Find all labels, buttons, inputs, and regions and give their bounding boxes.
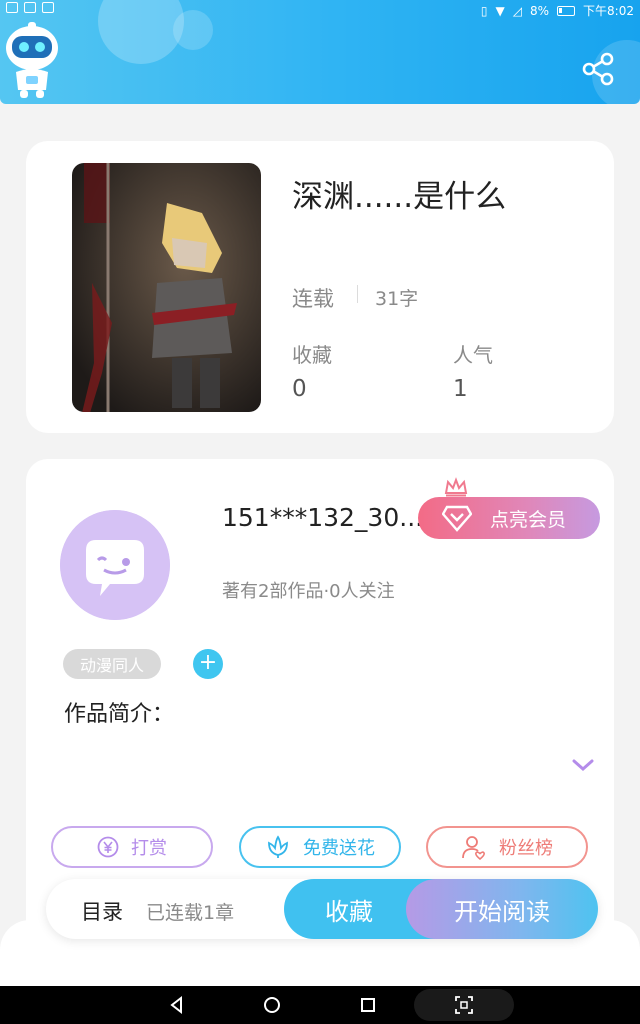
author-stats: 著有2部作品·0人关注 [222,581,395,602]
serial-status: 连载 [292,287,334,311]
reward-label: 打赏 [131,838,167,859]
start-reading-button[interactable]: 开始阅读 [406,879,598,939]
add-favorite-label: 收藏 [325,897,373,926]
top-header: ▯ ▼ ◿ 8% 下午8:02 [0,0,640,104]
yen-coin-icon [97,836,119,858]
divider [357,285,358,303]
clock: 下午8:02 [583,4,634,18]
fan-ranking-button[interactable]: 粉丝榜 [426,826,588,868]
recents-icon[interactable] [358,995,378,1015]
system-navigation-bar [0,986,640,1024]
popularity-label: 人气 [453,343,493,367]
author-name[interactable]: 151***132_30... [222,503,423,532]
word-count: 31字 [375,288,419,310]
table-of-contents-button[interactable]: 目录 [81,896,123,926]
book-info-card: 深渊......是什么 连载 31字 收藏 人气 0 1 [26,141,614,433]
favorites-label: 收藏 [292,343,332,367]
chapter-count: 已连载1章 [146,902,235,924]
screenshot-pill[interactable] [414,989,514,1021]
share-icon[interactable] [580,50,618,88]
add-tag-button[interactable]: + [193,649,223,679]
genre-tag[interactable]: 动漫同人 [63,649,161,679]
status-bar: ▯ ▼ ◿ 8% 下午8:02 [0,0,640,20]
popularity-count: 1 [453,376,468,402]
home-icon[interactable] [262,995,282,1015]
avatar[interactable] [60,510,170,620]
favorites-count: 0 [292,376,307,402]
start-reading-label: 开始阅读 [454,897,550,926]
wifi-icon: ▼ [495,3,505,18]
chart-icon [42,2,54,13]
notification-icon [6,2,18,13]
synopsis-label: 作品简介： [64,702,175,727]
chevron-down-icon[interactable] [571,756,595,774]
scan-icon [455,996,473,1014]
battery-percent: 8% [530,3,550,18]
bottom-action-bar: 目录 已连载1章 收藏 开始阅读 [46,879,598,939]
no-signal-icon: ◿ [512,3,522,18]
book-cover-image[interactable] [72,163,261,412]
send-flower-button[interactable]: 免费送花 [239,826,401,868]
vip-membership-button[interactable]: 点亮会员 [418,497,600,539]
fans-user-icon [462,836,485,860]
flower-icon [268,835,288,858]
diamond-icon [442,505,472,532]
reward-button[interactable]: 打赏 [51,826,213,868]
fan-ranking-label: 粉丝榜 [499,838,553,859]
battery-icon [557,5,576,16]
book-title: 深渊......是什么 [292,179,507,215]
vibrate-icon: ▯ [480,3,488,18]
back-icon[interactable] [167,995,187,1015]
robot-mascot-icon [6,22,58,98]
crown-icon [444,477,468,497]
send-flower-label: 免费送花 [303,838,375,859]
vip-button-label: 点亮会员 [490,508,567,531]
image-icon [24,2,36,13]
